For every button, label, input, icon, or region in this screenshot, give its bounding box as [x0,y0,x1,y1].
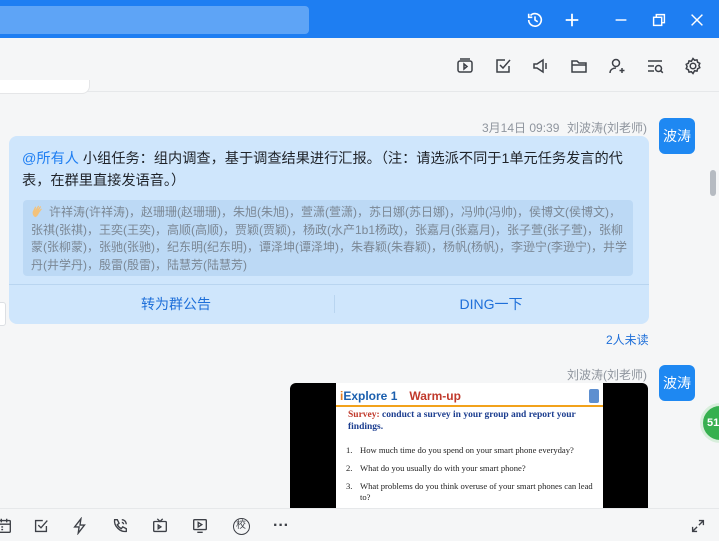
question-number: 3. [346,481,353,491]
slide-brand: Explore 1 [343,389,398,403]
close-icon[interactable] [686,9,708,31]
message-text: @所有人 小组任务：组内调查，基于调查结果进行汇报。（注：请选派不同于1单元任务… [22,148,636,192]
minimize-icon[interactable] [610,9,632,31]
convert-to-announcement-button[interactable]: 转为群公告 [76,294,276,314]
left-panel-edge [0,302,6,326]
slide-accent-line [336,405,603,407]
calendar-icon[interactable] [0,516,14,536]
message-sender: 刘波涛(刘老师) [567,121,647,135]
survey-label: Survey: [348,410,380,420]
checkbox-icon[interactable] [31,516,51,536]
scrollbar-thumb[interactable] [710,170,716,196]
task-icon[interactable] [492,55,514,77]
tv-icon[interactable] [150,516,170,536]
survey-text: conduct a survey in your group and repor… [348,410,576,432]
avatar[interactable]: 波涛 [659,118,695,154]
read-receipt-list: 许祥涛(许祥涛)，赵珊珊(赵珊珊)，朱旭(朱旭)，萱潇(萱潇)，苏日娜(苏日娜)… [23,200,633,276]
question-text: What problems do you think overuse of yo… [360,481,593,502]
search-box[interactable] [0,6,309,34]
message-bubble[interactable]: @所有人 小组任务：组内调查，基于调查结果进行汇报。（注：请选派不同于1单元任务… [9,136,649,324]
restore-icon[interactable] [648,9,670,31]
slide-question: 3. What problems do you think overuse of … [346,481,594,503]
previous-message-bubble [0,80,90,94]
announcement-icon[interactable] [530,55,552,77]
history-icon[interactable] [524,9,546,31]
ding-button[interactable]: DING一下 [391,294,591,314]
read-receipt-names: 许祥涛(许祥涛)，赵珊珊(赵珊珊)，朱旭(朱旭)，萱潇(萱潇)，苏日娜(苏日娜)… [31,205,627,272]
slide-question: 2. What do you usually do with your smart… [346,463,594,474]
avatar[interactable]: 波涛 [659,365,695,401]
action-divider [334,295,335,313]
floating-badge[interactable]: 51 [700,403,719,443]
expand-icon[interactable] [688,516,708,536]
input-toolbar: 校 ··· [0,508,719,541]
school-glyph: 校 [232,517,250,535]
slide-survey: Survey: conduct a survey in your group a… [348,409,584,433]
folder-icon[interactable] [568,55,590,77]
unread-count[interactable]: 2人未读 [606,331,649,348]
chat-toolbar [0,38,719,92]
school-icon[interactable]: 校 [231,516,251,536]
bubble-divider [9,284,649,285]
message-timestamp: 3月14日 09:39 [482,121,560,135]
question-text: What do you usually do with your smart p… [360,463,526,473]
settings-icon[interactable] [682,55,704,77]
mention-all[interactable]: @所有人 [22,151,79,167]
lightning-icon[interactable] [70,516,90,536]
add-member-icon[interactable] [606,55,628,77]
question-number: 2. [346,463,353,473]
search-history-icon[interactable] [644,55,666,77]
clap-hand-icon [32,205,42,218]
video-icon[interactable] [454,55,476,77]
title-bar [0,0,719,38]
slide-logo [589,389,599,403]
question-text: How much time do you spend on your smart… [360,445,574,455]
live-icon[interactable] [190,516,210,536]
slide-image: iExplore 1 Warm-up Survey: conduct a surv… [336,383,603,508]
message-sender: 刘波涛(刘老师) [567,368,647,382]
message-body: 小组任务：组内调查，基于调查结果进行汇报。（注：请选派不同于1单元任务发言的代表… [22,151,623,189]
more-icon[interactable]: ··· [271,516,291,536]
add-icon[interactable] [561,9,583,31]
question-number: 1. [346,445,353,455]
slide-question: 1. How much time do you spend on your sma… [346,445,594,456]
slide-header: iExplore 1 Warm-up [340,389,461,403]
phone-call-icon[interactable] [110,516,130,536]
image-message[interactable]: iExplore 1 Warm-up Survey: conduct a surv… [290,383,648,508]
slide-section: Warm-up [409,389,461,403]
